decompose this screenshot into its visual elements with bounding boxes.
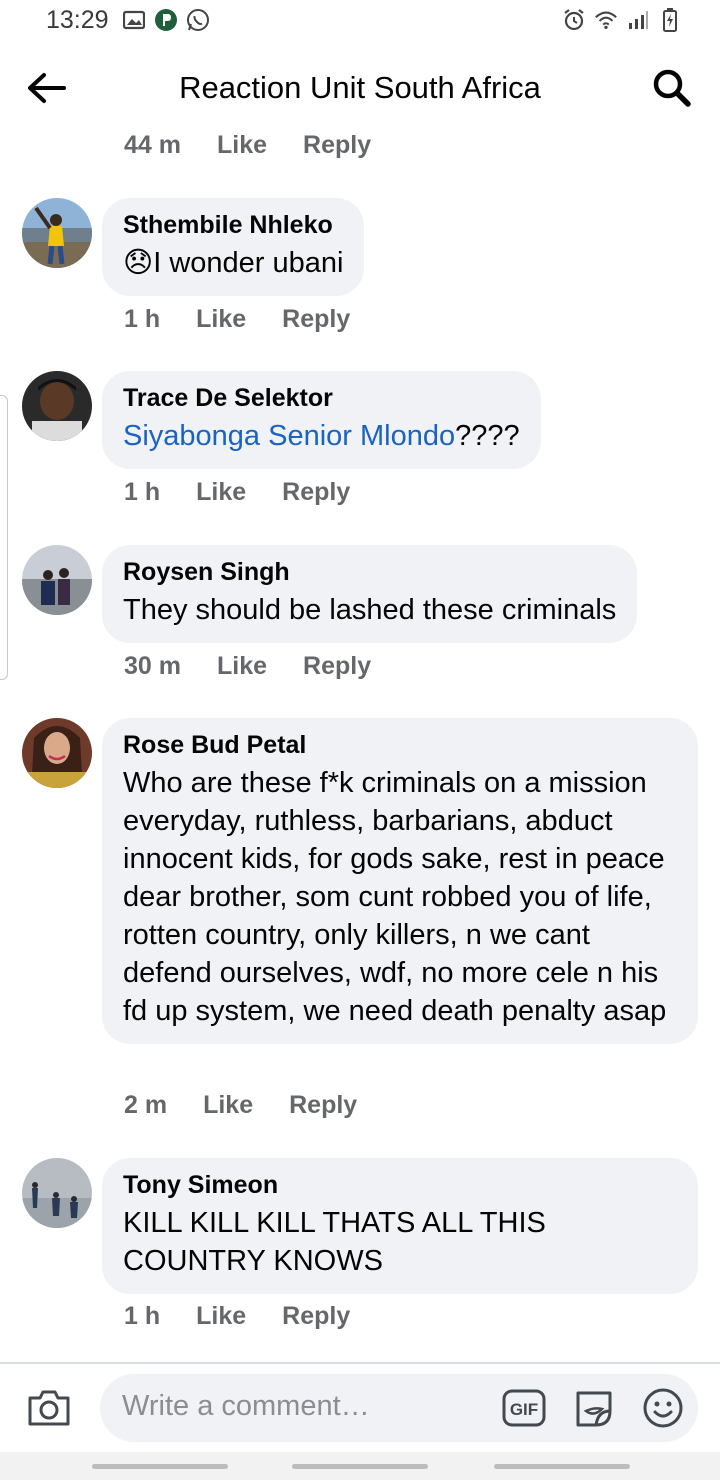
camera-button[interactable] xyxy=(26,1388,74,1432)
nav-home-button[interactable] xyxy=(292,1464,428,1469)
whatsapp-icon xyxy=(186,8,210,32)
like-button[interactable]: Like xyxy=(196,478,246,507)
sticker-icon xyxy=(576,1391,612,1427)
avatar[interactable] xyxy=(22,371,92,441)
app-p-icon xyxy=(154,8,178,32)
gif-label: GIF xyxy=(510,1400,538,1419)
avatar[interactable] xyxy=(22,718,92,788)
sad-face-emoji: 😞 xyxy=(123,247,154,279)
like-button[interactable]: Like xyxy=(217,652,267,681)
sticker-button[interactable] xyxy=(572,1387,616,1429)
reply-button[interactable]: Reply xyxy=(282,1302,350,1331)
reply-button[interactable]: Reply xyxy=(303,131,371,160)
comment-time: 30 m xyxy=(124,652,181,680)
comment-text: KILL KILL KILL THATS ALL THIS COUNTRY KN… xyxy=(123,1207,546,1277)
status-time: 13:29 xyxy=(46,6,109,34)
battery-charging-icon xyxy=(658,8,682,32)
comment-author[interactable]: Sthembile Nhleko xyxy=(123,210,343,240)
comment-author[interactable]: Tony Simeon xyxy=(123,1170,677,1200)
divider xyxy=(0,1362,720,1364)
signal-icon xyxy=(626,8,650,32)
reply-button[interactable]: Reply xyxy=(282,478,350,507)
comment-text: 😞I wonder ubani xyxy=(123,244,343,282)
comment-time: 1 h xyxy=(124,305,161,333)
wifi-icon xyxy=(594,8,618,32)
comment-bubble: Trace De Selektor Siyabonga Senior Mlond… xyxy=(102,371,541,469)
comment-meta-row: 30 m Like Reply xyxy=(124,652,371,681)
mention-link[interactable]: Siyabonga Senior Mlondo xyxy=(123,420,455,452)
camera-icon xyxy=(28,1390,70,1426)
comment-time: 44 m xyxy=(124,131,181,159)
comment-meta-row: 1 h Like Reply xyxy=(124,478,350,507)
comment-text: Siyabonga Senior Mlondo???? xyxy=(123,417,520,455)
alarm-icon xyxy=(562,8,586,32)
comment-text: They should be lashed these criminals xyxy=(123,594,617,626)
search-icon xyxy=(653,69,691,107)
comment-bubble: Sthembile Nhleko 😞I wonder ubani xyxy=(102,198,365,296)
comment-author[interactable]: Rose Bud Petal xyxy=(123,730,677,760)
reply-button[interactable]: Reply xyxy=(289,1091,357,1120)
comment-input[interactable]: Write a comment… xyxy=(122,1390,370,1423)
gallery-icon xyxy=(122,8,146,32)
nav-back-button[interactable] xyxy=(494,1464,630,1469)
like-button[interactable]: Like xyxy=(217,131,267,160)
comment-text: Who are these f*k criminals on a mission… xyxy=(123,767,667,1027)
comment-meta-row: 2 m Like Reply xyxy=(124,1091,357,1120)
comment-time: 1 h xyxy=(124,1302,161,1330)
avatar[interactable] xyxy=(22,1158,92,1228)
search-button[interactable] xyxy=(650,66,694,110)
system-nav-bar xyxy=(0,1452,720,1480)
comment-bubble: Rose Bud Petal Who are these f*k crimina… xyxy=(102,718,698,1044)
comment-bubble: Tony Simeon KILL KILL KILL THATS ALL THI… xyxy=(102,1158,698,1294)
gif-icon: GIF xyxy=(502,1389,546,1427)
comment-text-body: ???? xyxy=(455,420,520,452)
comment-time: 1 h xyxy=(124,478,161,506)
avatar[interactable] xyxy=(22,198,92,268)
emoji-button[interactable] xyxy=(642,1387,686,1429)
edge-panel-handle[interactable] xyxy=(0,395,8,680)
comment-time: 2 m xyxy=(124,1091,168,1119)
like-button[interactable]: Like xyxy=(203,1091,253,1120)
like-button[interactable]: Like xyxy=(196,305,246,334)
comment-meta-row: 1 h Like Reply xyxy=(124,305,350,334)
gif-button[interactable]: GIF xyxy=(502,1389,546,1427)
comment-bubble: Roysen Singh They should be lashed these… xyxy=(102,545,638,643)
comment-text-body: I wonder ubani xyxy=(153,247,344,279)
comment-meta-row: 1 h Like Reply xyxy=(124,1302,350,1331)
page-title: Reaction Unit South Africa xyxy=(179,70,541,105)
like-button[interactable]: Like xyxy=(196,1302,246,1331)
reply-button[interactable]: Reply xyxy=(303,652,371,681)
header: Reaction Unit South Africa xyxy=(0,58,720,118)
avatar[interactable] xyxy=(22,545,92,615)
reply-button[interactable]: Reply xyxy=(282,305,350,334)
emoji-icon xyxy=(643,1388,683,1428)
comment-composer[interactable]: Write a comment… GIF xyxy=(100,1374,698,1442)
status-bar: 13:29 xyxy=(0,0,720,44)
nav-recents-button[interactable] xyxy=(92,1464,228,1469)
comment-author[interactable]: Roysen Singh xyxy=(123,557,616,587)
comment-author[interactable]: Trace De Selektor xyxy=(123,383,520,413)
comment-meta-row: 44 m Like Reply xyxy=(124,131,371,160)
